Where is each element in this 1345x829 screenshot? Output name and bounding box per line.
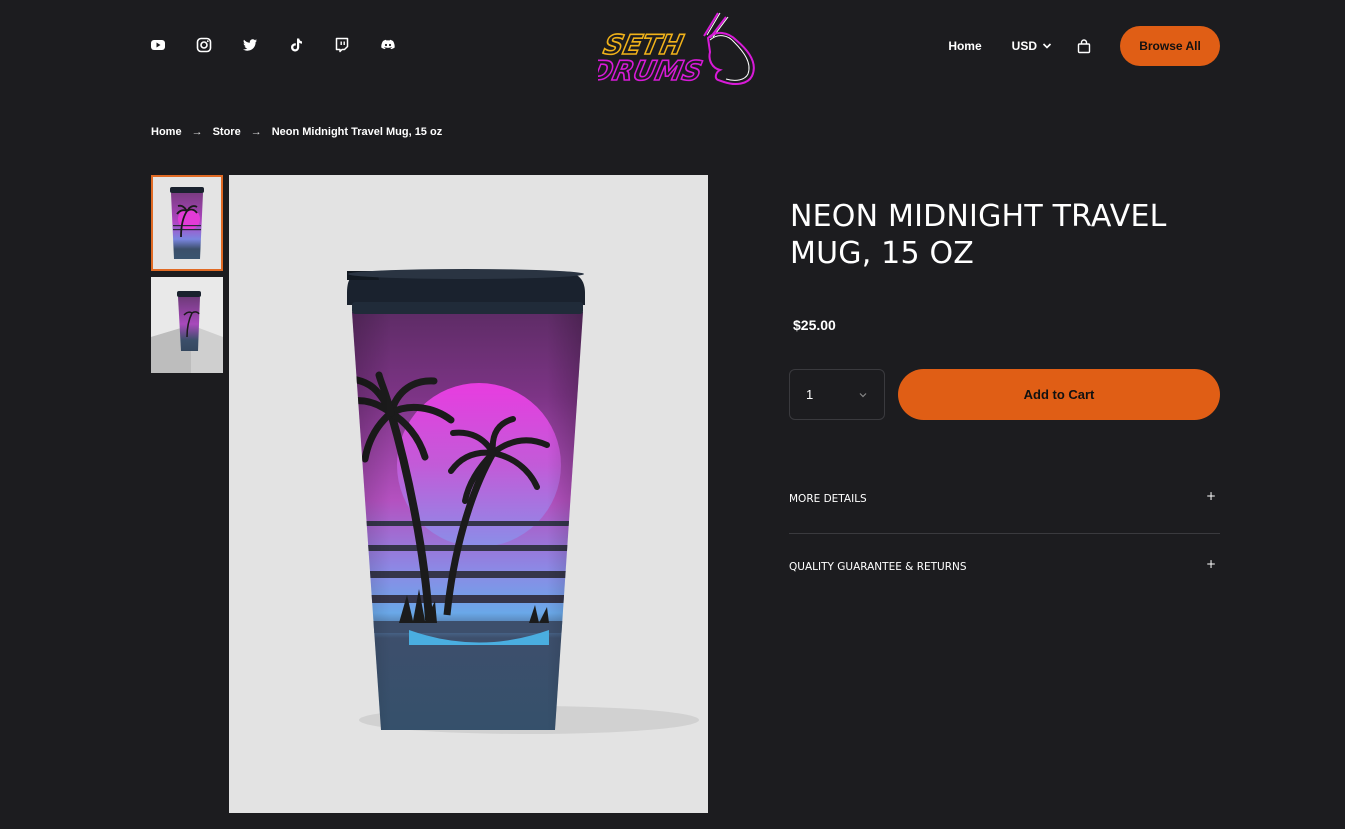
social-links	[150, 37, 396, 53]
quantity-value: 1	[806, 387, 814, 402]
breadcrumb-store[interactable]: Store	[213, 126, 241, 138]
arrow-right-icon: →	[250, 126, 262, 138]
discord-icon[interactable]	[380, 37, 396, 53]
accordion-quality-guarantee[interactable]: QUALITY GUARANTEE & RETURNS +	[789, 550, 1220, 584]
cart-icon[interactable]	[1076, 38, 1092, 54]
product-thumbnail-2[interactable]	[151, 277, 223, 373]
site-header: SETH DRUMS Home USD Browse All	[0, 0, 1345, 95]
accordion-more-details[interactable]: MORE DETAILS +	[789, 482, 1220, 516]
currency-selector[interactable]: USD	[1012, 39, 1052, 53]
plus-icon: +	[1205, 557, 1216, 571]
chevron-down-icon	[859, 392, 867, 397]
twitch-icon[interactable]	[334, 37, 350, 53]
twitter-icon[interactable]	[242, 37, 258, 53]
breadcrumb-current: Neon Midnight Travel Mug, 15 oz	[271, 126, 443, 138]
travel-mug-image	[229, 175, 708, 813]
accordion-more-details-label: MORE DETAILS	[789, 493, 867, 505]
breadcrumb: Home → Store → Neon Midnight Travel Mug,…	[151, 126, 442, 138]
mug-lifestyle-thumbnail-image	[151, 277, 223, 373]
browse-all-button[interactable]: Browse All	[1120, 26, 1220, 66]
arrow-right-icon: →	[191, 126, 203, 138]
nav-home-link[interactable]: Home	[948, 39, 981, 53]
youtube-icon[interactable]	[150, 37, 166, 53]
logo-drums-text: DRUMS	[598, 56, 705, 87]
accordion-quality-label: QUALITY GUARANTEE & RETURNS	[789, 561, 967, 573]
currency-label: USD	[1011, 39, 1037, 53]
plus-icon: +	[1205, 489, 1216, 503]
quantity-select[interactable]: 1	[789, 369, 885, 420]
mug-thumbnail-image	[153, 177, 221, 269]
accordion-divider	[789, 533, 1220, 534]
product-title: Neon Midnight Travel Mug, 15 oz	[790, 199, 1167, 271]
seth-drums-logo[interactable]: SETH DRUMS	[586, 8, 758, 88]
product-main-image[interactable]	[229, 175, 708, 813]
main-nav: Home USD Browse All	[948, 26, 1220, 66]
product-thumbnail-1[interactable]	[151, 175, 223, 271]
instagram-icon[interactable]	[196, 37, 212, 53]
breadcrumb-home[interactable]: Home	[151, 126, 182, 138]
chevron-down-icon	[1042, 43, 1052, 49]
add-to-cart-button[interactable]: Add to Cart	[898, 369, 1220, 420]
product-price: $25.00	[793, 317, 836, 333]
tiktok-icon[interactable]	[288, 37, 304, 53]
